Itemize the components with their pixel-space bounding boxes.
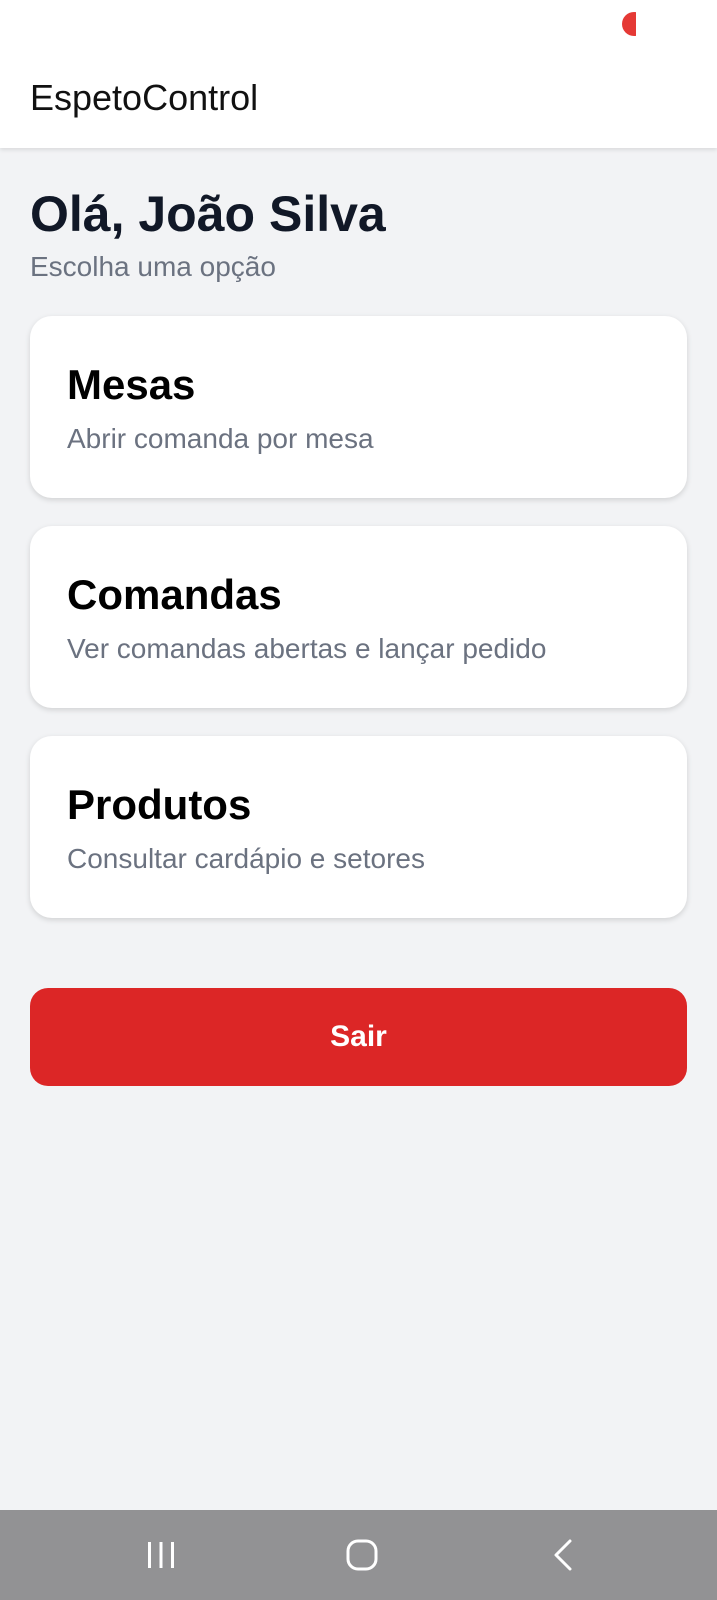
system-navigation-bar (0, 1510, 717, 1600)
logout-button[interactable]: Sair (30, 988, 687, 1086)
app-bar: EspetoControl (0, 0, 717, 148)
menu-card-description: Consultar cardápio e setores (67, 843, 425, 874)
menu-card-description: Ver comandas abertas e lançar pedido (67, 633, 547, 664)
menu-card-comandas[interactable]: Comandas Ver comandas abertas e lançar p… (30, 526, 687, 708)
menu-card-title: Mesas (67, 361, 196, 408)
recent-apps-icon (148, 1542, 174, 1568)
menu-card-title: Comandas (67, 571, 282, 618)
home-icon (346, 1539, 378, 1571)
menu-card-description: Abrir comanda por mesa (67, 423, 374, 454)
greeting-heading: Olá, João Silva (30, 186, 386, 242)
recent-apps-button[interactable] (101, 1510, 221, 1600)
app-title: EspetoControl (30, 77, 259, 118)
notification-indicator (622, 12, 636, 36)
menu-card-title: Produtos (67, 781, 252, 828)
menu-card-mesas[interactable]: Mesas Abrir comanda por mesa (30, 316, 687, 498)
back-icon (554, 1539, 572, 1571)
home-button[interactable] (302, 1510, 422, 1600)
menu-card-produtos[interactable]: Produtos Consultar cardápio e setores (30, 736, 687, 918)
back-button[interactable] (503, 1510, 623, 1600)
greeting-subtitle: Escolha uma opção (30, 251, 276, 282)
